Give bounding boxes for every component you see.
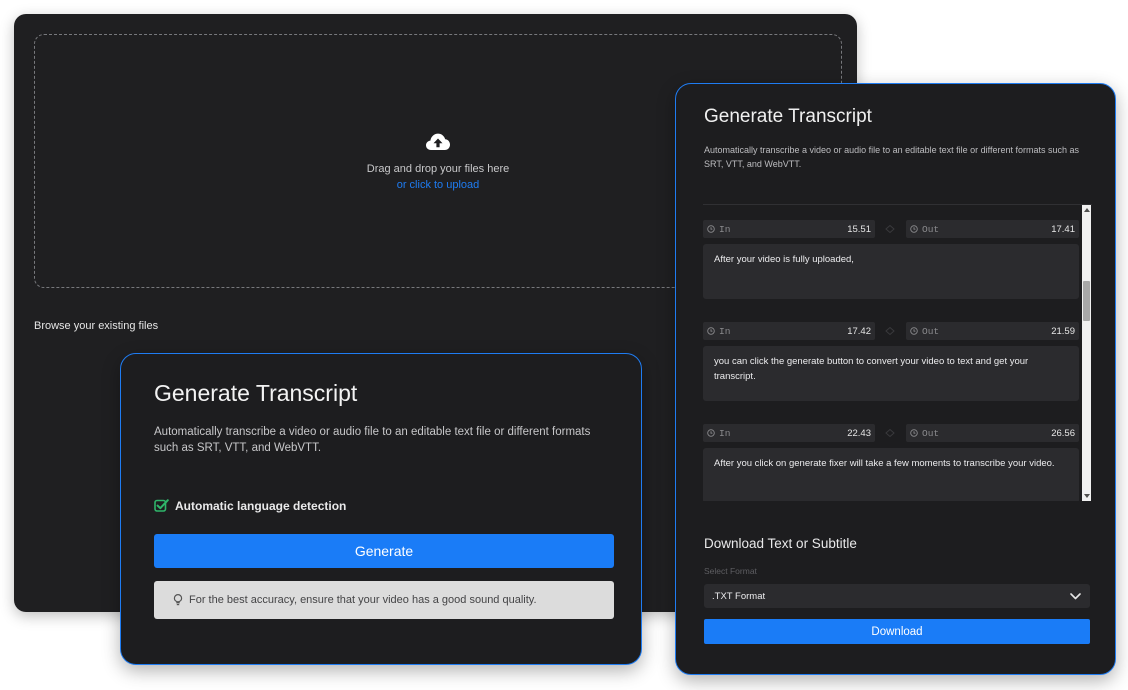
clock-icon <box>910 327 918 335</box>
timestamp-row: In 22.43 Out 26.56 <box>703 424 1081 442</box>
in-time-value[interactable]: 17.42 <box>847 326 871 337</box>
out-time-field[interactable]: Out 17.41 <box>906 220 1079 238</box>
accuracy-tip: For the best accuracy, ensure that your … <box>154 581 614 619</box>
scroll-down-arrow[interactable] <box>1082 491 1091 501</box>
clock-icon <box>707 327 715 335</box>
download-section-title: Download Text or Subtitle <box>704 536 857 551</box>
out-label: Out <box>922 325 940 337</box>
in-time-value[interactable]: 15.51 <box>847 224 871 235</box>
out-time-value[interactable]: 21.59 <box>1051 326 1075 337</box>
in-time-value[interactable]: 22.43 <box>847 428 871 439</box>
card-title: Generate Transcript <box>704 106 872 127</box>
out-label: Out <box>922 223 940 235</box>
in-label: In <box>719 427 731 439</box>
card-description: Automatically transcribe a video or audi… <box>154 426 591 454</box>
out-time-value[interactable]: 17.41 <box>1051 224 1075 235</box>
browse-files-label[interactable]: Browse your existing files <box>34 320 158 332</box>
stage: Drag and drop your files here or click t… <box>0 0 1128 690</box>
lightbulb-icon <box>173 594 183 606</box>
in-time-field[interactable]: In 17.42 <box>703 322 875 340</box>
generate-button[interactable]: Generate <box>154 534 614 568</box>
timestamp-row: In 15.51 Out 17.41 <box>703 220 1081 238</box>
caret-up-icon <box>1083 208 1090 212</box>
segments-scrollbar[interactable] <box>1082 205 1091 501</box>
in-label: In <box>719 325 731 337</box>
link-icon <box>885 326 895 336</box>
timestamp-row: In 17.42 Out 21.59 <box>703 322 1081 340</box>
clock-icon <box>910 225 918 233</box>
scroll-thumb[interactable] <box>1083 281 1090 321</box>
selected-format: .TXT Format <box>712 590 766 602</box>
in-time-field[interactable]: In 15.51 <box>703 220 875 238</box>
out-time-field[interactable]: Out 26.56 <box>906 424 1079 442</box>
transcript-segments-list[interactable]: In 15.51 Out 17.41 After your video is f… <box>703 204 1092 501</box>
checkbox-checked-icon[interactable] <box>154 498 169 513</box>
clock-icon <box>707 225 715 233</box>
format-dropdown[interactable]: .TXT Format <box>704 584 1090 608</box>
segment-text-field[interactable]: you can click the generate button to con… <box>703 346 1079 401</box>
download-button[interactable]: Download <box>704 619 1090 644</box>
transcript-editor-card: Generate Transcript Automatically transc… <box>675 83 1116 675</box>
cloud-upload-icon <box>426 133 450 150</box>
language-detection-label: Automatic language detection <box>175 498 347 513</box>
clock-icon <box>707 429 715 437</box>
link-icon <box>885 224 895 234</box>
generate-transcript-card: Generate Transcript Automatically transc… <box>120 353 642 665</box>
drop-instructions: Drag and drop your files here <box>366 163 510 175</box>
scroll-up-arrow[interactable] <box>1082 205 1091 215</box>
click-to-upload-link[interactable]: or click to upload <box>397 179 480 191</box>
out-time-field[interactable]: Out 21.59 <box>906 322 1079 340</box>
caret-down-icon <box>1083 494 1090 498</box>
chevron-down-icon <box>1070 592 1081 599</box>
card-description: Automatically transcribe a video or audi… <box>704 145 1080 169</box>
out-time-value[interactable]: 26.56 <box>1051 428 1075 439</box>
tip-text: For the best accuracy, ensure that your … <box>189 594 537 606</box>
language-detection-option[interactable]: Automatic language detection <box>154 498 346 513</box>
in-label: In <box>719 223 731 235</box>
segment-text-field[interactable]: After your video is fully uploaded, <box>703 244 1079 299</box>
card-title: Generate Transcript <box>154 380 358 406</box>
out-label: Out <box>922 427 940 439</box>
link-icon <box>885 428 895 438</box>
in-time-field[interactable]: In 22.43 <box>703 424 875 442</box>
segment-text-field[interactable]: After you click on generate fixer will t… <box>703 448 1079 501</box>
select-format-label: Select Format <box>704 566 757 576</box>
clock-icon <box>910 429 918 437</box>
